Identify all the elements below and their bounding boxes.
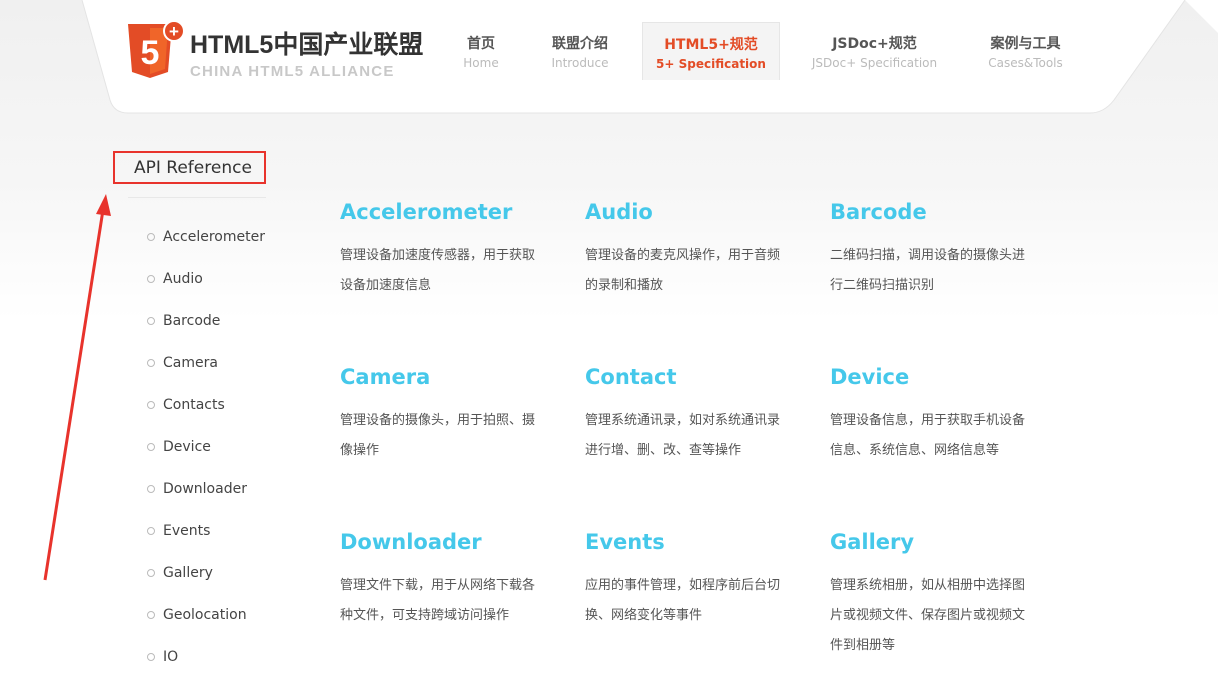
bullet-icon — [147, 653, 155, 661]
api-card-title[interactable]: Device — [830, 363, 1040, 391]
sidebar-item-label: Device — [163, 439, 211, 455]
bullet-icon — [147, 359, 155, 367]
sidebar-item-label: Geolocation — [163, 607, 247, 623]
sidebar-item-io[interactable]: IO — [147, 646, 265, 675]
nav-jsdoc[interactable]: JSDoc+规范 JSDoc+ Specification — [802, 22, 947, 80]
sidebar-item-geolocation[interactable]: Geolocation — [147, 604, 265, 646]
sidebar-item-barcode[interactable]: Barcode — [147, 310, 265, 352]
bullet-icon — [147, 233, 155, 241]
api-card-description: 管理设备信息，用于获取手机设备信息、系统信息、网络信息等 — [830, 413, 1026, 458]
sidebar-item-label: Barcode — [163, 313, 221, 329]
nav-label-zh: 联盟介绍 — [552, 36, 608, 52]
api-card-contact: Contact 管理系统通讯录，如对系统通讯录进行增、删、改、查等操作 — [585, 363, 795, 466]
sidebar-item-device[interactable]: Device — [147, 436, 265, 478]
sidebar-item-label: Downloader — [163, 481, 247, 497]
api-card-title[interactable]: Camera — [340, 363, 550, 391]
api-card-title[interactable]: Audio — [585, 198, 795, 226]
api-card-description: 应用的事件管理，如程序前后台切换、网络变化等事件 — [585, 578, 781, 623]
api-card-description: 管理设备加速度传感器，用于获取设备加速度信息 — [340, 248, 536, 293]
sidebar-item-label: IO — [163, 649, 179, 665]
sidebar-list: Accelerometer Audio Barcode Camera Conta… — [147, 226, 265, 675]
sidebar-item-events[interactable]: Events — [147, 520, 265, 562]
bullet-icon — [147, 317, 155, 325]
sidebar-divider — [128, 197, 266, 198]
sidebar-item-label: Gallery — [163, 565, 213, 581]
api-card-title[interactable]: Accelerometer — [340, 198, 550, 226]
bullet-icon — [147, 485, 155, 493]
nav-label-en: 5+ Specification — [656, 57, 766, 71]
bullet-icon — [147, 527, 155, 535]
sidebar-item-label: Audio — [163, 271, 203, 287]
sidebar-item-accelerometer[interactable]: Accelerometer — [147, 226, 265, 268]
nav-label-en: Home — [463, 56, 499, 70]
api-card-title[interactable]: Downloader — [340, 528, 550, 556]
api-card-camera: Camera 管理设备的摄像头，用于拍照、摄像操作 — [340, 363, 550, 466]
bullet-icon — [147, 275, 155, 283]
shield-digit: 5 — [141, 34, 160, 72]
api-card-title[interactable]: Contact — [585, 363, 795, 391]
sidebar-item-contacts[interactable]: Contacts — [147, 394, 265, 436]
nav-label-zh: 首页 — [467, 36, 495, 52]
api-card-description: 管理设备的摄像头，用于拍照、摄像操作 — [340, 413, 536, 458]
brand-title: HTML5中国产业联盟 — [190, 31, 424, 59]
api-card-title[interactable]: Gallery — [830, 528, 1040, 556]
sidebar-item-gallery[interactable]: Gallery — [147, 562, 265, 604]
sidebar-item-audio[interactable]: Audio — [147, 268, 265, 310]
nav-introduce[interactable]: 联盟介绍 Introduce — [540, 22, 620, 80]
bullet-icon — [147, 569, 155, 577]
shield-plus: + — [169, 22, 179, 41]
nav-specification[interactable]: HTML5+规范 5+ Specification — [642, 22, 780, 80]
api-card-description: 管理文件下载，用于从网络下载各种文件，可支持跨域访问操作 — [340, 578, 536, 623]
brand-subtitle: CHINA HTML5 ALLIANCE — [190, 63, 395, 80]
api-card-downloader: Downloader 管理文件下载，用于从网络下载各种文件，可支持跨域访问操作 — [340, 528, 550, 631]
api-card-accelerometer: Accelerometer 管理设备加速度传感器，用于获取设备加速度信息 — [340, 198, 550, 301]
api-card-gallery: Gallery 管理系统相册，如从相册中选择图片或视频文件、保存图片或视频文件到… — [830, 528, 1040, 661]
api-card-audio: Audio 管理设备的麦克风操作，用于音频的录制和播放 — [585, 198, 795, 301]
bullet-icon — [147, 443, 155, 451]
sidebar-item-label: Events — [163, 523, 211, 539]
sidebar-item-label: Camera — [163, 355, 218, 371]
logo[interactable]: 5 + HTML5中国产业联盟 CHINA HTML5 ALLIANCE — [128, 20, 428, 84]
nav-cases-tools[interactable]: 案例与工具 Cases&Tools — [978, 22, 1073, 80]
api-card-description: 管理系统通讯录，如对系统通讯录进行增、删、改、查等操作 — [585, 413, 781, 458]
sidebar-title[interactable]: API Reference — [113, 151, 266, 184]
api-card-device: Device 管理设备信息，用于获取手机设备信息、系统信息、网络信息等 — [830, 363, 1040, 466]
sidebar-item-label: Accelerometer — [163, 229, 265, 245]
api-card-barcode: Barcode 二维码扫描，调用设备的摄像头进行二维码扫描识别 — [830, 198, 1040, 301]
sidebar-item-camera[interactable]: Camera — [147, 352, 265, 394]
bullet-icon — [147, 611, 155, 619]
nav-label-zh: HTML5+规范 — [664, 37, 758, 53]
html5-shield-icon: 5 + — [128, 20, 184, 78]
nav-label-en: JSDoc+ Specification — [811, 56, 938, 70]
bullet-icon — [147, 401, 155, 409]
api-card-title[interactable]: Barcode — [830, 198, 1040, 226]
nav-label-zh: 案例与工具 — [990, 36, 1061, 52]
nav-label-en: Cases&Tools — [988, 56, 1063, 70]
api-card-description: 二维码扫描，调用设备的摄像头进行二维码扫描识别 — [830, 248, 1026, 293]
api-card-description: 管理设备的麦克风操作，用于音频的录制和播放 — [585, 248, 781, 293]
nav-label-zh: JSDoc+规范 — [832, 36, 917, 52]
api-card-description: 管理系统相册，如从相册中选择图片或视频文件、保存图片或视频文件到相册等 — [830, 578, 1026, 653]
sidebar-item-downloader[interactable]: Downloader — [147, 478, 265, 520]
api-card-events: Events 应用的事件管理，如程序前后台切换、网络变化等事件 — [585, 528, 795, 631]
api-card-title[interactable]: Events — [585, 528, 795, 556]
header: 5 + HTML5中国产业联盟 CHINA HTML5 ALLIANCE 首页 … — [0, 0, 1218, 115]
nav-home[interactable]: 首页 Home — [445, 22, 517, 80]
nav-label-en: Introduce — [551, 56, 609, 70]
sidebar-item-label: Contacts — [163, 397, 225, 413]
